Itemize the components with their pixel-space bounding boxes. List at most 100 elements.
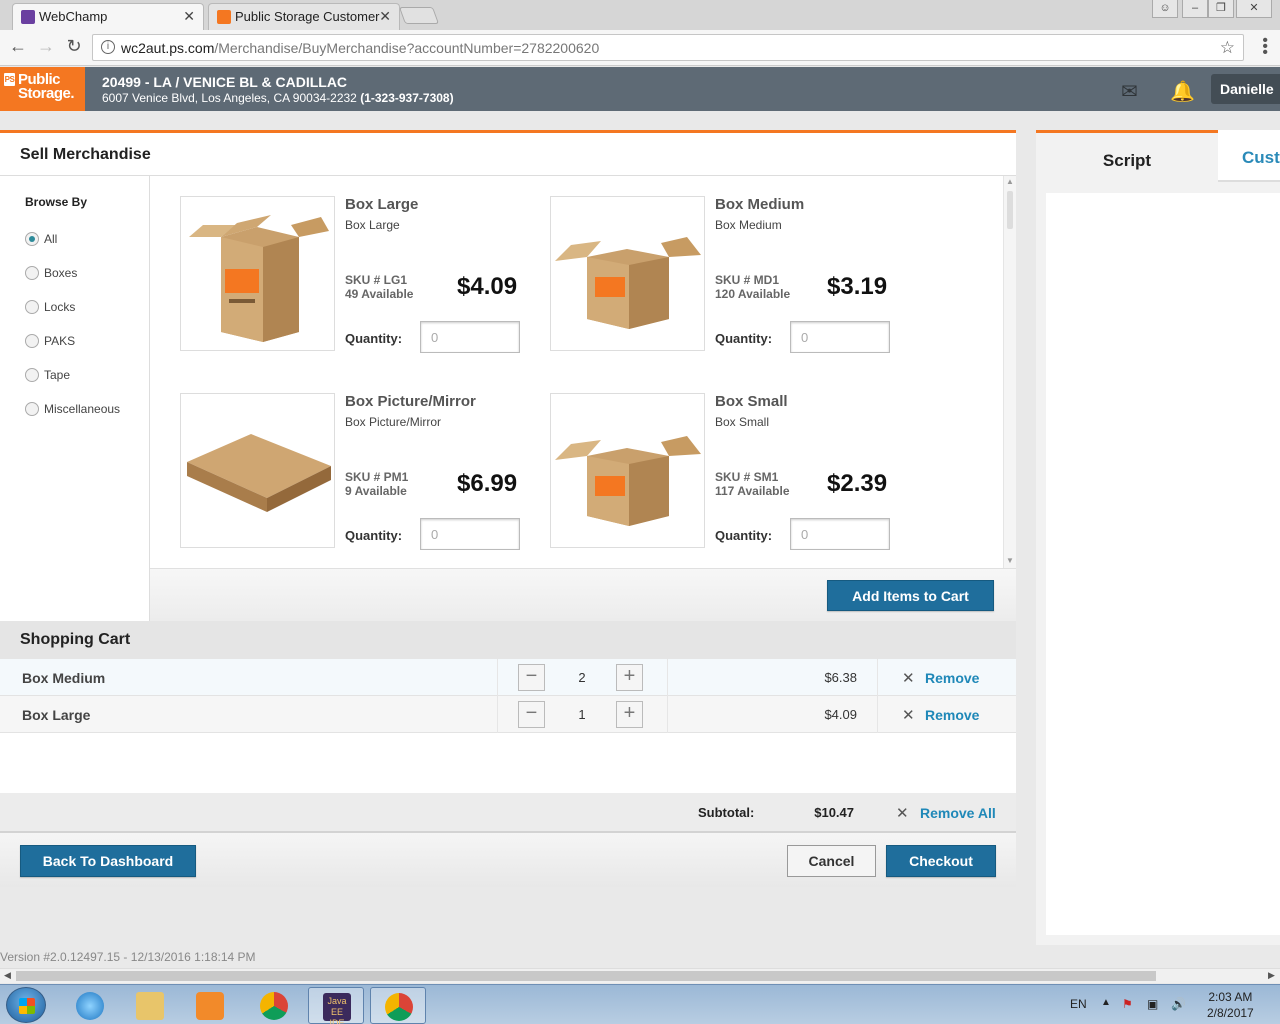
back-arrow-icon[interactable]: ← [6,36,30,57]
mail-icon[interactable]: ✉ [1121,79,1138,104]
subtotal-value: $10.47 [814,805,854,820]
close-tab-icon[interactable]: ✕ [379,8,391,25]
right-panel: Script Custo [1036,130,1280,945]
remove-link[interactable]: Remove [925,670,979,686]
horizontal-scrollbar[interactable]: ◀ ▶ [0,968,1280,983]
back-to-dashboard-button[interactable]: Back To Dashboard [20,845,196,877]
show-hidden-icons-icon[interactable]: ▲ [1101,997,1111,1008]
new-tab-button[interactable] [398,7,440,24]
tab-customer[interactable]: Custo [1218,130,1280,182]
radio-icon[interactable] [25,368,39,382]
language-indicator[interactable]: EN [1070,997,1087,1011]
product-card: Box Small Box Small SKU # SM1 117 Availa… [550,393,910,553]
tab-script[interactable]: Script [1036,130,1218,182]
product-grid: Box Large Box Large SKU # LG1 49 Availab… [151,176,1003,568]
script-content [1046,193,1280,935]
volume-icon[interactable]: 🔊 [1171,997,1186,1011]
filter-label: Miscellaneous [44,402,121,416]
scroll-left-icon[interactable]: ◀ [4,970,11,981]
remove-x-icon[interactable]: ✕ [902,706,915,724]
scroll-up-icon[interactable]: ▲ [1006,177,1014,186]
minimize-button[interactable]: – [1182,0,1208,18]
radio-icon[interactable] [25,402,39,416]
address-bar-row: ← → ↻ i wc2aut.ps.com/Merchandise/BuyMer… [0,30,1280,66]
start-button[interactable] [6,987,46,1023]
eclipse-taskbar-item[interactable]: Java EE IDE [308,987,364,1024]
remove-all-link[interactable]: Remove All [920,805,996,821]
cancel-button[interactable]: Cancel [787,845,876,877]
network-icon[interactable]: ▣ [1147,997,1158,1011]
remove-link[interactable]: Remove [925,707,979,723]
file-explorer-taskbar-item[interactable] [122,987,178,1024]
bell-icon[interactable]: 🔔 [1170,79,1195,104]
checkout-button[interactable]: Checkout [886,845,996,877]
public-storage-logo[interactable]: PS Public Storage. [0,67,85,111]
quantity-input[interactable] [790,321,890,353]
reload-icon[interactable]: ↻ [62,36,86,57]
radio-icon[interactable] [25,300,39,314]
logo-line-2: Storage. [18,85,75,102]
browser-tab-public-storage[interactable]: Public Storage Customer ✕ [208,3,400,30]
site-phone: (1-323-937-7308) [360,91,454,105]
remove-x-icon[interactable]: ✕ [902,669,915,687]
restore-button[interactable]: ❐ [1208,0,1234,18]
product-card: Box Picture/Mirror Box Picture/Mirror SK… [180,393,540,553]
decrement-button[interactable]: − [518,664,545,691]
divider [877,696,878,733]
scrollbar-thumb[interactable] [1007,191,1013,229]
radio-icon[interactable] [25,266,39,280]
product-name: Box Large [345,196,419,213]
user-menu-button[interactable]: Danielle [1211,74,1280,104]
quantity-input[interactable] [420,321,520,353]
url-host: wc2aut.ps.com [121,40,215,56]
increment-button[interactable]: + [616,664,643,691]
radio-icon[interactable] [25,232,39,246]
bookmark-star-icon[interactable]: ☆ [1220,38,1235,58]
clock-date: 2/8/2017 [1207,1006,1254,1020]
site-address: 6007 Venice Blvd, Los Angeles, CA 90034-… [102,91,454,105]
url-input[interactable]: i wc2aut.ps.com/Merchandise/BuyMerchandi… [92,34,1244,61]
chrome-taskbar-item[interactable] [246,987,302,1024]
increment-button[interactable]: + [616,701,643,728]
product-card: Box Medium Box Medium SKU # MD1 120 Avai… [550,196,910,356]
product-price: $4.09 [457,273,518,300]
scroll-down-icon[interactable]: ▼ [1006,556,1014,565]
browser-tab-webchamp[interactable]: WebChamp ✕ [12,3,204,30]
product-name: Box Picture/Mirror [345,393,476,410]
action-center-flag-icon[interactable]: ⚑ [1122,997,1133,1011]
chrome-icon [385,993,413,1021]
internet-explorer-icon [76,992,104,1020]
scroll-right-icon[interactable]: ▶ [1268,970,1275,981]
user-profile-icon[interactable]: ☺ [1152,0,1178,18]
quantity-input[interactable] [790,518,890,550]
remove-all-x-icon[interactable]: ✕ [896,804,909,822]
sku-code: SKU # MD1 [715,273,780,287]
browse-by-sidebar: Browse By All Boxes Locks PAKS Tape Misc… [0,176,150,621]
quantity-input[interactable] [420,518,520,550]
product-scrollbar[interactable]: ▲ ▼ [1003,176,1016,568]
product-sku: SKU # SM1 117 Available [715,470,790,498]
filter-label: Boxes [44,266,78,280]
radio-icon[interactable] [25,334,39,348]
chrome-active-taskbar-item[interactable] [370,987,426,1024]
product-description: Box Medium [715,218,782,232]
cart-row: Box Medium − 2 + $6.38 ✕ Remove [0,659,1016,696]
quantity-label: Quantity: [345,331,403,346]
add-items-to-cart-button[interactable]: Add Items to Cart [827,580,994,611]
media-player-taskbar-item[interactable] [182,987,238,1024]
decrement-button[interactable]: − [518,701,545,728]
webchamp-favicon-icon [21,10,35,24]
product-price: $6.99 [457,470,518,497]
product-name: Box Medium [715,196,805,213]
divider [667,696,668,733]
cart-item-name: Box Medium [22,670,106,686]
close-window-button[interactable]: ✕ [1236,0,1272,18]
close-tab-icon[interactable]: ✕ [183,8,195,25]
internet-explorer-taskbar-item[interactable] [62,987,118,1024]
system-clock[interactable]: 2:03 AM 2/8/2017 [1207,989,1254,1021]
info-icon[interactable]: i [101,40,115,54]
box-large-image [180,196,335,351]
scrollbar-thumb[interactable] [16,971,1156,981]
forward-arrow-icon[interactable]: → [34,36,58,57]
browser-menu-icon[interactable]: • • • [1262,33,1268,61]
